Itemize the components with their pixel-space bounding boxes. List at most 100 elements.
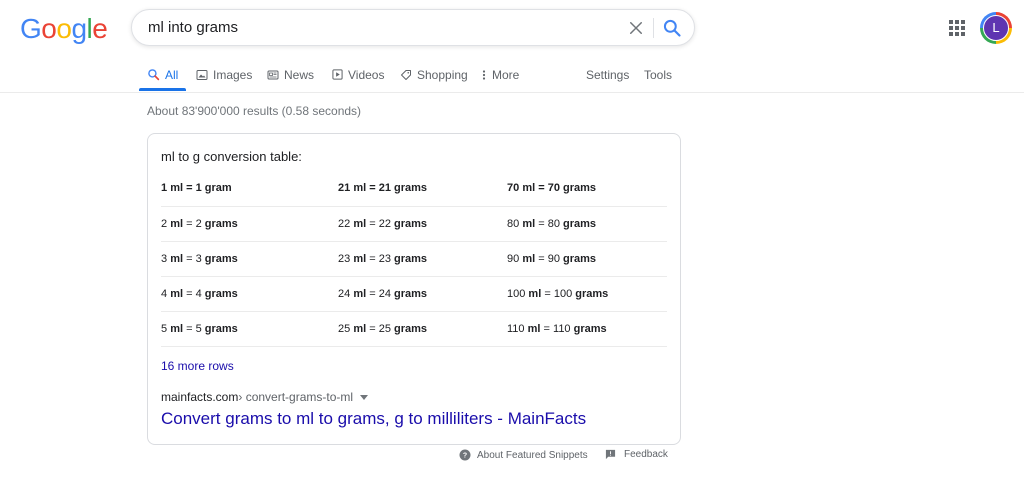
cite-domain: mainfacts.com (161, 390, 239, 404)
cell-num: 90 (507, 252, 520, 265)
feedback-label: Feedback (624, 449, 668, 460)
table-cell: 90 ml = 90 grams (507, 241, 667, 277)
cite-menu-arrow-icon[interactable] (360, 394, 369, 400)
cell-num: 3 (161, 252, 168, 265)
logo-letter: o (41, 13, 57, 44)
cell-num: 22 (338, 217, 351, 230)
table-cell: 110 ml = 110 grams (507, 311, 667, 347)
table-cell: 100 ml = 100 grams (507, 276, 667, 312)
cell-val: 110 (553, 322, 571, 335)
logo-letter: G (20, 13, 42, 44)
table-row: 5 ml = 5 grams 25 ml = 25 grams 110 ml = 1… (161, 311, 667, 347)
conversion-table: 1 ml = 1 gram 21 ml = 21 grams 70 ml = 70 … (161, 171, 667, 347)
cell-val-unit: grams (204, 217, 238, 230)
table-cell: 70 ml = 70 grams (507, 171, 667, 207)
cell-unit: ml (353, 252, 367, 265)
more-rows-link[interactable]: 16 more rows (161, 359, 234, 373)
cell-unit: ml (522, 217, 536, 230)
feedback-icon (605, 449, 616, 460)
cell-val-unit: grams (563, 182, 597, 195)
account-avatar[interactable]: L (980, 12, 1012, 44)
cell-num: 100 (507, 287, 526, 300)
table-cell: 25 ml = 25 grams (338, 311, 507, 347)
about-featured-snippets[interactable]: ? About Featured Snippets (459, 449, 588, 461)
cell-val: 3 (195, 252, 202, 265)
google-logo[interactable]: Google (20, 13, 108, 45)
featured-snippet: ml to g conversion table: 1 ml = 1 gram 2… (147, 133, 681, 445)
cell-eq: = (369, 287, 376, 300)
cell-eq: = (186, 182, 193, 195)
tab-images[interactable]: Images (196, 58, 252, 91)
search-tabs: All Images News Videos Shopping More Set… (0, 58, 1024, 93)
clear-icon[interactable] (627, 19, 645, 37)
cell-num: 24 (338, 287, 351, 300)
cell-val: 70 (547, 182, 560, 195)
cell-eq: = (543, 322, 550, 335)
search-icon[interactable] (662, 18, 682, 38)
cell-val-unit: gram (204, 182, 232, 195)
tab-news[interactable]: News (267, 58, 314, 91)
feedback-link[interactable]: Feedback (605, 449, 668, 460)
cell-val-unit: grams (394, 252, 428, 265)
cell-eq: = (369, 322, 376, 335)
cell-num: 25 (338, 322, 351, 335)
tab-more[interactable]: More (481, 58, 519, 91)
help-icon: ? (459, 449, 471, 461)
search-icon (148, 69, 160, 81)
result-stats: About 83'900'000 results (0.58 seconds) (147, 104, 362, 118)
table-cell: 5 ml = 5 grams (161, 311, 338, 347)
cell-num: 2 (161, 217, 168, 230)
tab-label: Videos (348, 67, 385, 82)
cell-eq: = (369, 252, 376, 265)
play-icon (332, 69, 343, 80)
cell-val: 24 (378, 287, 391, 300)
cell-val: 5 (195, 322, 202, 335)
table-title: ml to g conversion table: (161, 149, 302, 164)
tab-videos[interactable]: Videos (332, 58, 384, 91)
table-cell: 1 ml = 1 gram (161, 171, 338, 207)
cell-val-unit: grams (394, 217, 428, 230)
cite-path: › convert-grams-to-ml (238, 390, 354, 404)
search-box (131, 9, 695, 46)
tab-shopping[interactable]: Shopping (400, 58, 468, 91)
table-cell: 24 ml = 24 grams (338, 276, 507, 312)
tab-label: Shopping (417, 67, 468, 82)
cell-unit: ml (528, 287, 542, 300)
about-label: About Featured Snippets (477, 449, 588, 461)
cell-num: 110 (507, 322, 525, 335)
cell-val-unit: grams (204, 287, 238, 300)
cell-val: 25 (378, 322, 391, 335)
cell-val: 100 (553, 287, 573, 300)
tab-label: Images (213, 67, 253, 82)
cell-num: 1 (161, 182, 168, 195)
table-cell: 22 ml = 22 grams (338, 206, 507, 242)
cell-unit: ml (170, 182, 184, 195)
cell-val: 90 (547, 252, 560, 265)
search-divider (653, 18, 654, 38)
tools-link[interactable]: Tools (644, 58, 672, 91)
table-row: 2 ml = 2 grams 22 ml = 22 grams 80 ml = 80… (161, 206, 667, 242)
cell-eq: = (186, 252, 193, 265)
image-icon (196, 69, 208, 80)
settings-link[interactable]: Settings (586, 58, 629, 91)
cell-unit: ml (522, 182, 536, 195)
logo-letter: o (56, 13, 72, 44)
cell-num: 5 (161, 322, 168, 335)
table-cell: 2 ml = 2 grams (161, 206, 338, 242)
cell-val: 21 (378, 182, 391, 195)
cell-unit: ml (527, 322, 541, 335)
search-input[interactable] (148, 10, 618, 45)
tab-all[interactable]: All (147, 58, 178, 91)
cell-val: 23 (378, 252, 391, 265)
more-vert-icon (482, 69, 486, 80)
cell-val: 22 (378, 217, 391, 230)
cell-val-unit: grams (204, 322, 238, 335)
cell-val: 80 (547, 217, 560, 230)
cell-eq: = (538, 252, 545, 265)
result-title-link[interactable]: Convert grams to ml to grams, g to milli… (161, 409, 586, 429)
cell-unit: ml (170, 287, 184, 300)
cell-num: 23 (338, 252, 351, 265)
cell-val-unit: grams (394, 322, 428, 335)
cell-val-unit: grams (394, 287, 428, 300)
apps-grid-icon[interactable] (948, 19, 966, 37)
